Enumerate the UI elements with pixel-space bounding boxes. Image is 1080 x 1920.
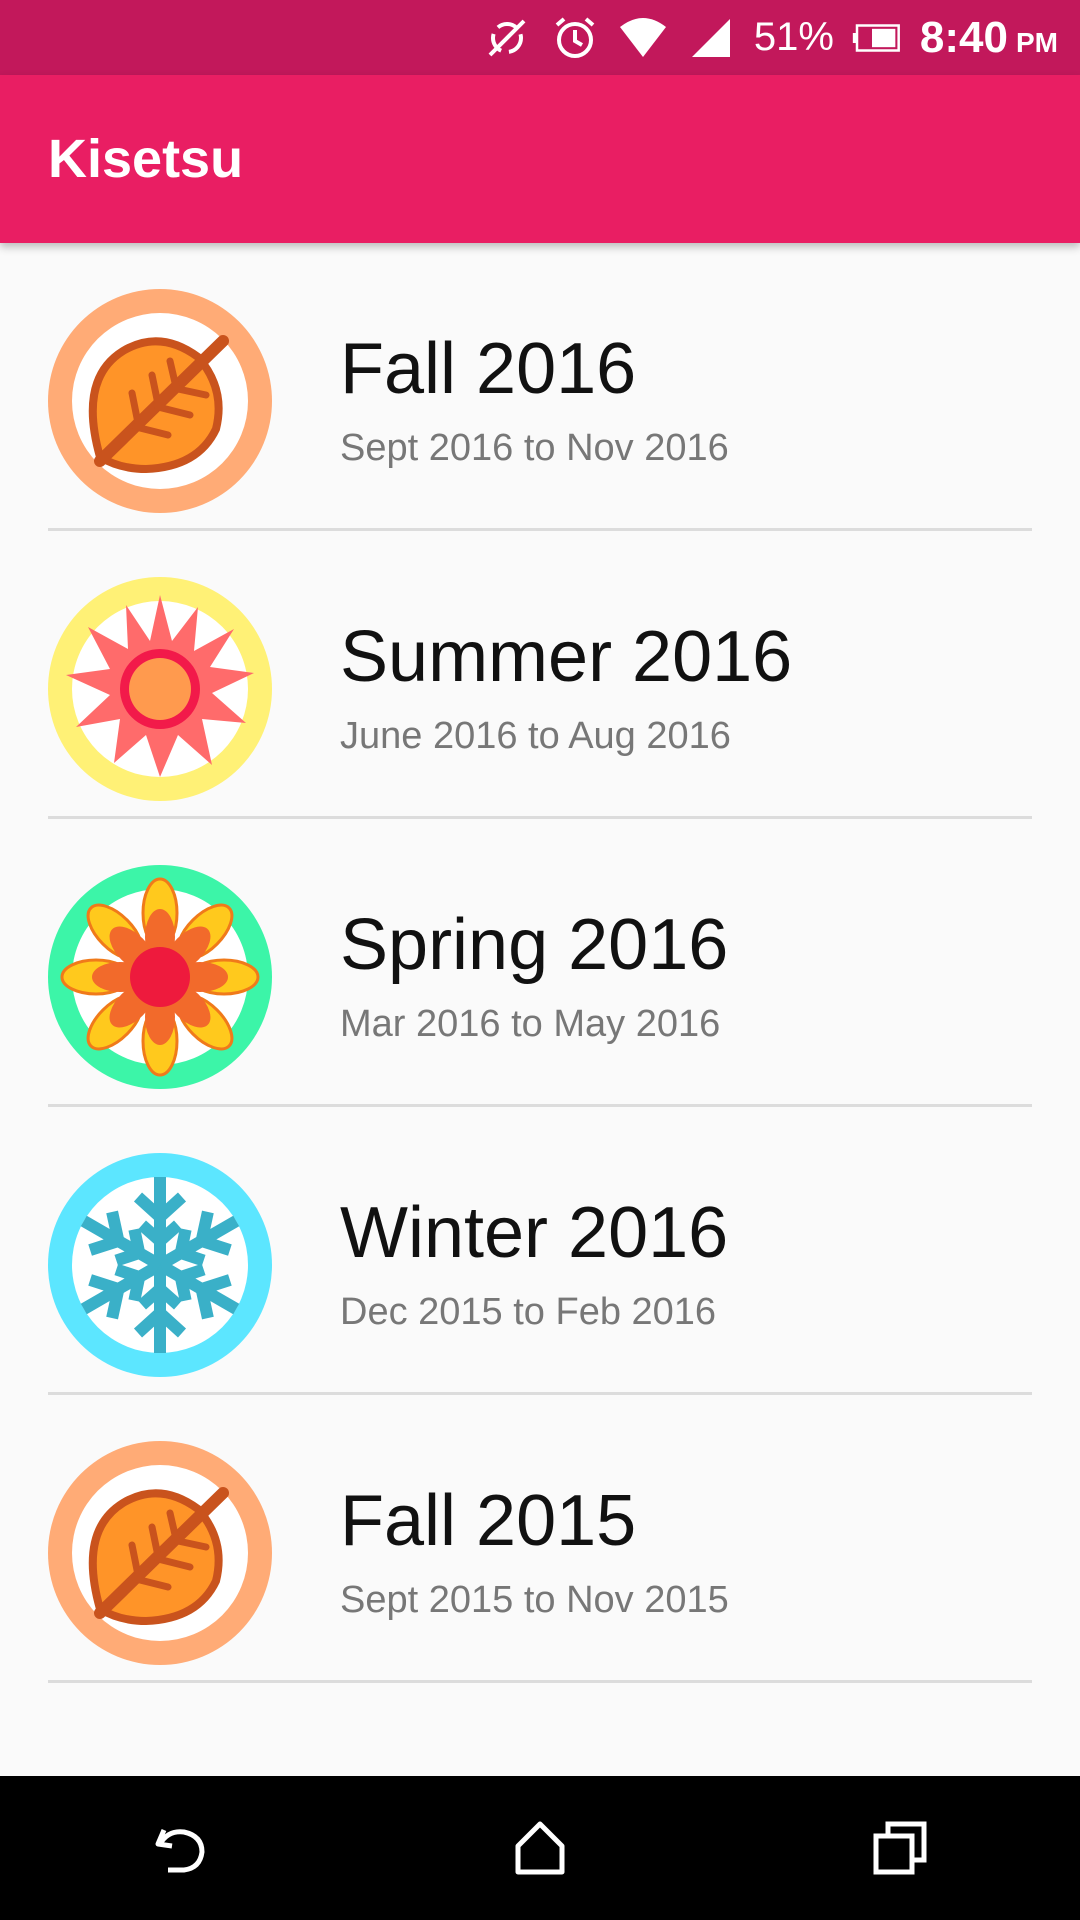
season-item-spring-2016[interactable]: Spring 2016 Mar 2016 to May 2016	[0, 819, 1080, 1107]
season-title: Fall 2016	[340, 329, 637, 409]
clock-time: 8:40	[919, 12, 1008, 62]
fall-leaf-icon	[48, 289, 272, 513]
sync-off-icon	[482, 13, 532, 63]
navigation-bar	[0, 1776, 1080, 1920]
season-item-fall-2016[interactable]: Fall 2016 Sept 2016 to Nov 2016	[0, 243, 1080, 531]
clock-ampm: PM	[1016, 26, 1058, 58]
season-date-range: Sept 2015 to Nov 2015	[340, 1579, 729, 1621]
season-title: Fall 2015	[340, 1481, 637, 1561]
app-title: Kisetsu	[48, 129, 244, 189]
season-item-winter-2016[interactable]: Winter 2016 Dec 2015 to Feb 2016	[0, 1107, 1080, 1395]
season-title: Spring 2016	[340, 905, 729, 985]
battery-percent: 51%	[753, 15, 834, 59]
season-title: Winter 2016	[340, 1193, 729, 1273]
season-date-range: Sept 2016 to Nov 2016	[340, 427, 729, 469]
alarm-icon	[550, 13, 600, 63]
recents-icon[interactable]	[855, 1803, 945, 1893]
fall-leaf-icon	[48, 1441, 272, 1665]
home-icon[interactable]	[495, 1803, 585, 1893]
season-item-summer-2016[interactable]: Summer 2016 June 2016 to Aug 2016	[0, 531, 1080, 819]
summer-sun-icon	[48, 577, 272, 801]
season-item-fall-2015[interactable]: Fall 2015 Sept 2015 to Nov 2015	[0, 1395, 1080, 1683]
battery-icon	[852, 13, 902, 63]
app-bar: Kisetsu	[0, 75, 1080, 243]
season-title: Summer 2016	[340, 617, 793, 697]
status-bar: 51% 8:40 PM	[0, 0, 1080, 75]
season-list: Fall 2016 Sept 2016 to Nov 2016 Summer 2…	[0, 243, 1080, 1683]
list-divider	[48, 1680, 1032, 1683]
spring-flower-icon	[48, 865, 272, 1089]
winter-snowflake-icon	[48, 1153, 272, 1377]
season-date-range: Mar 2016 to May 2016	[340, 1003, 721, 1045]
wifi-icon	[618, 13, 668, 63]
season-date-range: Dec 2015 to Feb 2016	[340, 1291, 717, 1333]
back-icon[interactable]	[135, 1803, 225, 1893]
signal-icon	[686, 13, 736, 63]
season-date-range: June 2016 to Aug 2016	[340, 715, 731, 757]
